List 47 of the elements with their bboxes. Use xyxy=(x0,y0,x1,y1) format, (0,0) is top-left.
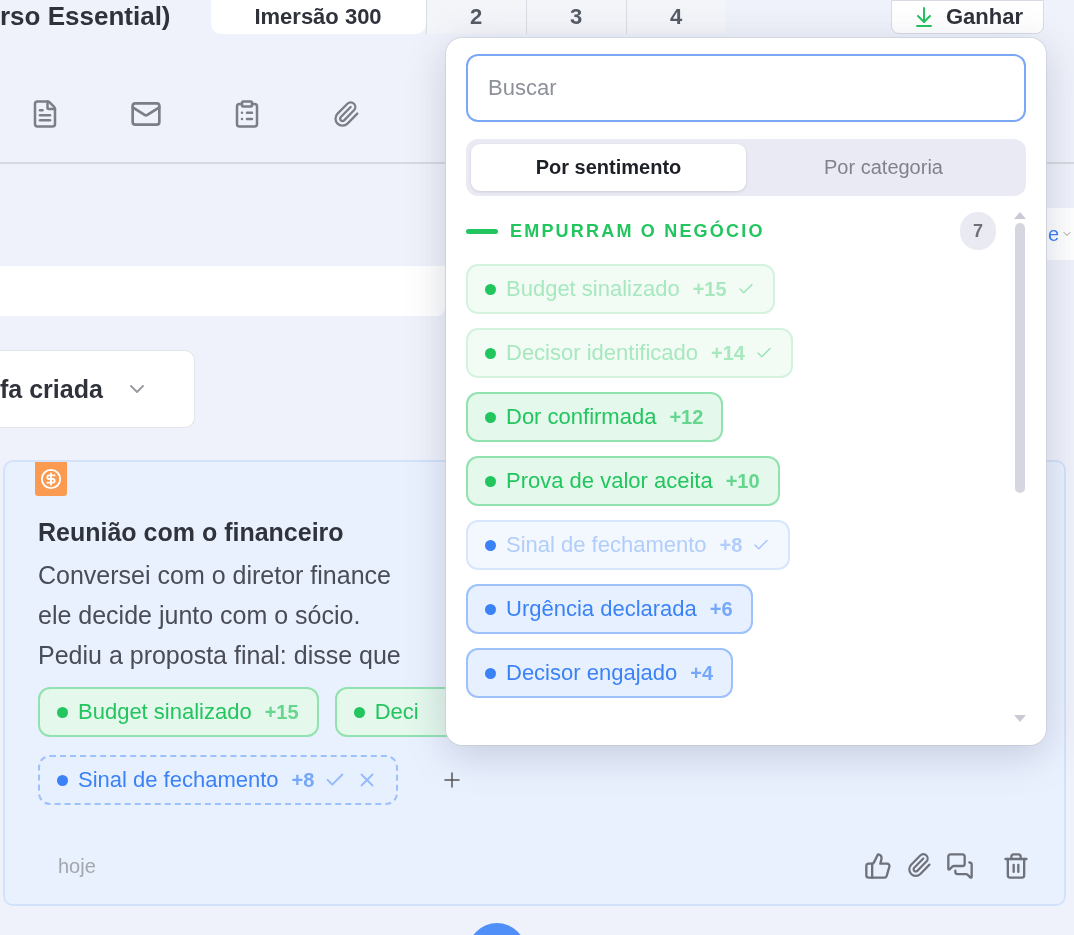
tag-points: +15 xyxy=(692,277,727,301)
tag-chip[interactable]: Decisor engajado +4 xyxy=(466,648,734,698)
tag-chip[interactable]: Dor confirmada +12 xyxy=(466,392,724,442)
stage-tab[interactable]: 2 xyxy=(425,0,526,34)
stage-tab[interactable]: Imersão 300 xyxy=(210,0,426,34)
tag-label: Sinal de fechamento xyxy=(506,532,707,558)
tag-chip[interactable]: Prova de valor aceita +10 xyxy=(466,456,780,506)
stage-select[interactable]: fa criada xyxy=(0,350,195,428)
chat-icon[interactable] xyxy=(946,852,974,880)
section-title: EMPURRAM O NEGÓCIO xyxy=(510,220,765,242)
tag-points: +12 xyxy=(669,405,704,429)
tag-chip[interactable]: Urgência declarada +6 xyxy=(466,584,753,634)
mode-tab[interactable]: Por categoria xyxy=(746,144,1021,191)
tag-label: Budget sinalizado xyxy=(506,276,680,302)
paperclip-icon[interactable] xyxy=(906,852,932,880)
tag-points: +4 xyxy=(690,661,714,685)
page-title: rso Essential) xyxy=(0,0,171,32)
stage-tab[interactable]: 4 xyxy=(625,0,726,34)
dollar-icon xyxy=(35,462,67,496)
note-title: Reunião com o financeiro xyxy=(38,518,344,547)
tag-chip[interactable]: Budget sinalizado +15 xyxy=(38,687,319,737)
tag-label: Decisor engajado xyxy=(506,660,678,686)
tag-points: +6 xyxy=(709,597,733,621)
trash-icon[interactable] xyxy=(1002,852,1030,880)
tag-points: +10 xyxy=(725,469,760,493)
tag-points: +8 xyxy=(291,768,315,792)
scrollbar[interactable] xyxy=(1014,212,1026,722)
tag-points: +15 xyxy=(264,700,299,724)
paperclip-icon[interactable] xyxy=(332,100,360,128)
tag-label: Decisor identificado xyxy=(506,340,698,366)
filter-dropdown[interactable]: e xyxy=(1047,208,1074,260)
note-text: Conversei com o diretor finance ele decide junto com o sócio. Pediu a proposta final: disse que xyxy=(38,560,401,671)
tag-label: Prova de valor aceita xyxy=(506,468,713,494)
tag-label: Budget sinalizado xyxy=(78,699,252,725)
win-button[interactable]: Ganhar xyxy=(890,0,1044,34)
tag-points: +8 xyxy=(719,533,743,557)
count-badge: 7 xyxy=(960,212,996,250)
thumbs-up-icon[interactable] xyxy=(864,852,892,880)
tag-label: Deci xyxy=(374,699,419,725)
tag-label: Urgência declarada xyxy=(506,596,697,622)
note-date: hoje xyxy=(58,854,96,878)
stage-tab[interactable]: 3 xyxy=(525,0,626,34)
tag-label: Sinal de fechamento xyxy=(78,767,279,793)
search-field[interactable]: Buscar xyxy=(466,54,1026,122)
tag-label: Dor confirmada xyxy=(506,404,657,430)
tag-points: +14 xyxy=(711,341,745,365)
mode-tab[interactable]: Por sentimento xyxy=(471,144,746,191)
